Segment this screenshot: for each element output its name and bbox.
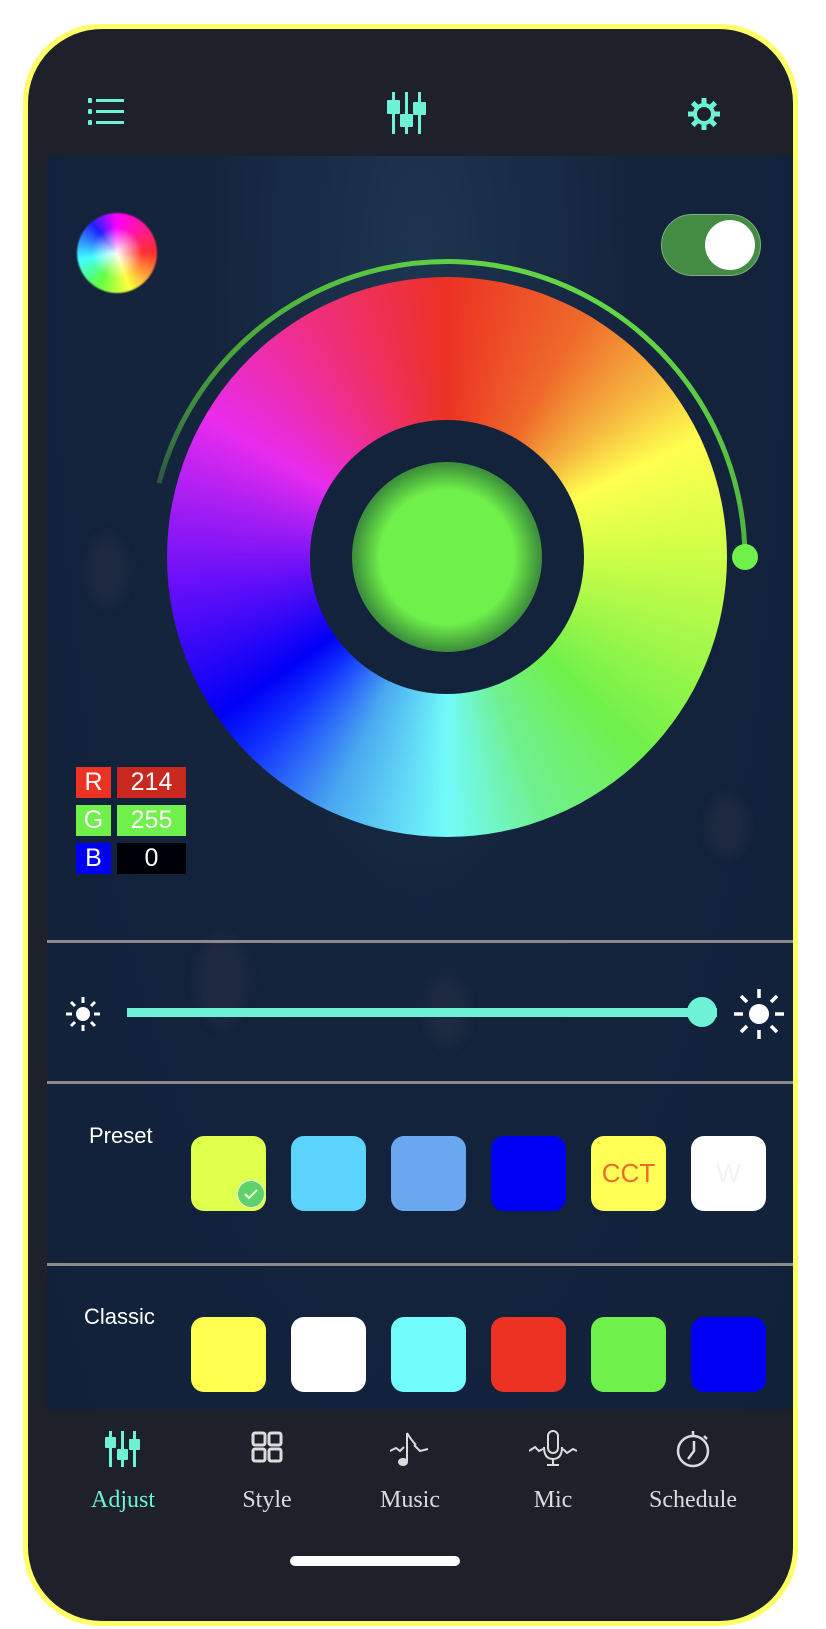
tab-label: Music [380,1487,440,1513]
b-label: B [76,843,111,874]
settings-button[interactable] [687,97,721,131]
divider [47,940,793,943]
menu-button[interactable] [88,96,128,128]
tab-style[interactable]: Style [202,1429,332,1519]
hue-arc-knob[interactable] [732,544,758,570]
classic-swatch[interactable] [291,1317,366,1392]
selected-color-preview [352,462,542,652]
home-indicator [290,1556,460,1566]
g-label: G [76,805,111,836]
preset-label: Preset [89,1123,153,1148]
preset-swatch[interactable]: CCT [591,1136,666,1211]
sliders-icon [103,1429,143,1469]
selected-check-icon [237,1180,265,1208]
gear-icon [688,98,720,130]
stopwatch-icon [673,1429,713,1469]
tab-adjust[interactable]: Adjust [58,1429,188,1519]
phone-frame: R 214 G 255 B 0 Preset CCT W Classic Adj… [23,24,798,1626]
app-screen: R 214 G 255 B 0 Preset CCT W Classic Adj… [28,29,793,1621]
classic-swatch[interactable] [491,1317,566,1392]
classic-label: Classic [84,1304,155,1329]
sun-small-icon [66,997,100,1031]
music-note-icon [389,1429,430,1469]
classic-swatch[interactable] [191,1317,266,1392]
content-panel: R 214 G 255 B 0 Preset CCT W Classic [47,156,793,1409]
b-value: 0 [117,843,186,874]
sliders-icon [387,92,426,134]
sun-large-icon [734,989,784,1039]
classic-swatch[interactable] [391,1317,466,1392]
divider [47,1263,793,1266]
tab-music[interactable]: Music [345,1429,475,1519]
tab-label: Style [242,1487,292,1513]
list-icon [88,98,124,125]
divider [47,1081,793,1084]
tab-mic[interactable]: Mic [488,1429,618,1519]
tab-schedule[interactable]: Schedule [628,1429,758,1519]
r-value: 214 [117,767,186,798]
slider-handle[interactable] [687,997,717,1027]
tab-label: Schedule [649,1487,737,1513]
microphone-icon [528,1429,578,1469]
slider-track [127,1008,717,1017]
grid-icon [247,1429,287,1469]
tab-label: Mic [533,1487,573,1513]
r-label: R [76,767,111,798]
preset-swatch[interactable]: W [691,1136,766,1211]
preset-swatch[interactable] [391,1136,466,1211]
preset-swatch[interactable] [191,1136,266,1211]
preset-swatch[interactable] [291,1136,366,1211]
tab-label: Adjust [90,1487,155,1513]
preset-swatch[interactable] [491,1136,566,1211]
classic-swatch[interactable] [591,1317,666,1392]
brightness-slider[interactable] [127,996,717,1028]
adjust-header-icon [385,90,429,136]
g-value: 255 [117,805,186,836]
swatch-label: W [716,1158,741,1188]
swatch-label: CCT [601,1158,656,1188]
classic-swatch[interactable] [691,1317,766,1392]
